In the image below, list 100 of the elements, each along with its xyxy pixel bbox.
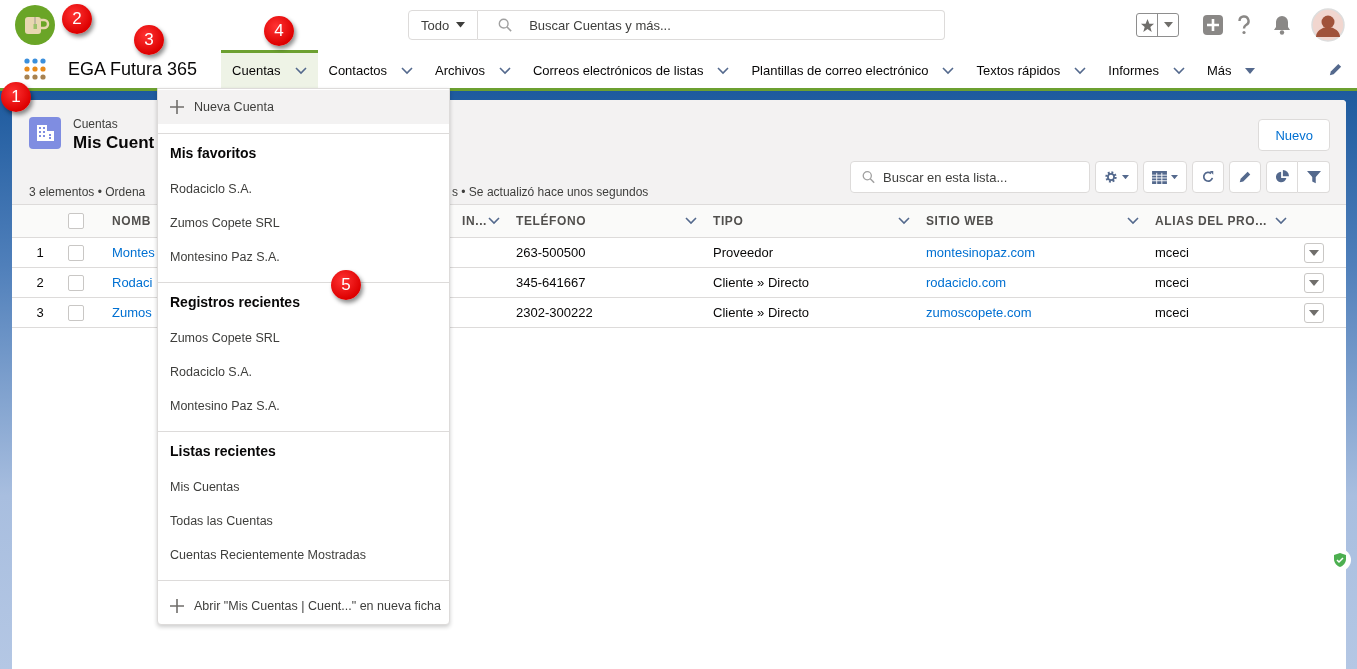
global-search-field[interactable]: Buscar Cuentas y más... (478, 10, 945, 40)
caret-icon (456, 22, 466, 28)
checkbox[interactable] (68, 304, 84, 321)
column-header[interactable]: SITIO WEB (926, 214, 995, 228)
menu-item[interactable]: Mis Cuentas (170, 480, 240, 494)
chevron-down-icon (1127, 217, 1139, 225)
chevron-down-icon (1172, 66, 1185, 75)
chevron-down-icon (401, 66, 414, 75)
record-link[interactable]: Rodaci (112, 275, 153, 290)
refresh-icon (1201, 170, 1215, 184)
caret-icon (1163, 22, 1173, 28)
record-link[interactable]: Montes (112, 245, 155, 260)
column-header[interactable]: NOMB (112, 214, 152, 228)
menu-item[interactable]: Abrir "Mis Cuentas | Cuent..." en nueva ficha (158, 589, 449, 623)
plus-icon (170, 599, 184, 613)
menu-item[interactable]: Cuentas Recientemente Mostradas (170, 548, 366, 562)
menu-section-title: Listas recientes (170, 443, 276, 459)
menu-item[interactable]: Rodaciclo S.A. (170, 182, 252, 196)
bell-icon[interactable] (1273, 15, 1291, 35)
table-cell: Cliente » Directo (713, 275, 810, 290)
menu-section-title: Mis favoritos (170, 145, 257, 161)
row-actions-button[interactable] (1304, 242, 1324, 263)
nav-tab[interactable]: Más (1195, 50, 1267, 88)
chevron-down-icon (717, 66, 730, 75)
menu-item[interactable]: Todas las Cuentas (170, 514, 273, 528)
nav-tab[interactable]: Plantillas de correo electrónico (740, 50, 966, 88)
chevron-down-icon (1275, 217, 1287, 225)
favorites-button[interactable] (1136, 13, 1179, 37)
pencil-icon (1238, 170, 1252, 184)
pencil-icon[interactable] (1328, 61, 1343, 77)
list-search-field[interactable]: Buscar en esta lista... (850, 161, 1090, 193)
record-link[interactable]: zumoscopete.com (926, 305, 1032, 320)
table-cell: Proveedor (713, 245, 773, 260)
search-icon (498, 18, 513, 32)
settings-button[interactable] (1095, 161, 1138, 193)
search-scope-dropdown[interactable]: Todo (408, 10, 479, 40)
building-icon (29, 117, 61, 149)
step-marker: 4 (264, 16, 294, 46)
chevron-down-icon (498, 66, 511, 75)
record-link[interactable]: Zumos (112, 305, 152, 320)
table-cell: mceci (1155, 275, 1189, 290)
record-link[interactable]: montesinopaz.com (926, 245, 1036, 260)
caret-icon (1171, 174, 1178, 180)
gear-icon (1104, 170, 1118, 184)
caret-icon (1309, 309, 1319, 316)
chevron-down-icon (942, 66, 955, 75)
row-actions-button[interactable] (1304, 302, 1324, 323)
table-cell: Cliente » Directo (713, 305, 810, 320)
record-link[interactable]: rodaciclo.com (926, 275, 1007, 290)
column-header[interactable]: ALIAS DEL PRO... (1155, 214, 1268, 228)
menu-item[interactable]: Zumos Copete SRL (170, 216, 280, 230)
menu-item[interactable]: Montesino Paz S.A. (170, 250, 280, 264)
column-header[interactable]: TIPO (713, 214, 744, 228)
checkbox[interactable] (68, 244, 84, 261)
table-cell: 345-641667 (516, 275, 586, 290)
caret-icon (1122, 174, 1129, 180)
display-as-button[interactable] (1143, 161, 1187, 193)
help-icon[interactable] (1237, 15, 1251, 35)
step-marker: 3 (134, 25, 164, 55)
filter-button[interactable] (1298, 161, 1330, 193)
chevron-down-icon (1074, 66, 1087, 75)
filter-icon (1306, 170, 1321, 184)
menu-item[interactable]: Montesino Paz S.A. (170, 399, 280, 413)
column-header[interactable]: IN... (462, 214, 487, 228)
refresh-button[interactable] (1192, 161, 1224, 193)
column-header[interactable]: TELÉFONO (516, 214, 587, 228)
step-marker: 1 (1, 82, 31, 112)
caret-icon (1309, 249, 1319, 256)
pie-chart-icon (1275, 170, 1289, 184)
nav-tab[interactable]: Textos rápidos (965, 50, 1098, 88)
list-info: s • Se actualizó hace unos segundos (452, 185, 649, 199)
nav-tab[interactable]: Contactos (317, 50, 425, 88)
search-icon (862, 170, 875, 184)
step-marker: 2 (62, 4, 92, 34)
new-button[interactable]: Nuevo (1258, 119, 1330, 151)
table-cell: mceci (1155, 305, 1189, 320)
chevron-down-icon (488, 217, 500, 225)
table-cell: mceci (1155, 245, 1189, 260)
row-actions-button[interactable] (1304, 272, 1324, 293)
nav-tab[interactable]: Archivos (424, 50, 522, 88)
nav-tab[interactable]: Correos electrónicos de listas (521, 50, 741, 88)
app-launcher-icon[interactable] (24, 58, 46, 80)
avatar[interactable] (1311, 8, 1345, 42)
menu-item[interactable]: Nueva Cuenta (158, 90, 449, 124)
chart-button[interactable] (1266, 161, 1298, 193)
edit-button[interactable] (1229, 161, 1261, 193)
menu-item[interactable]: Zumos Copete SRL (170, 331, 280, 345)
menu-item[interactable]: Rodaciclo S.A. (170, 365, 252, 379)
checkbox[interactable] (68, 213, 84, 229)
plus-icon[interactable] (1203, 15, 1223, 35)
checkbox[interactable] (68, 274, 84, 291)
nav-tab[interactable]: Cuentas (221, 50, 318, 88)
star-icon (1139, 17, 1155, 33)
logo-icon[interactable] (15, 5, 55, 45)
app-name: EGA Futura 365 (68, 58, 198, 80)
nav-tab[interactable]: Informes (1097, 50, 1196, 88)
row-number: 3 (36, 305, 44, 320)
menu-section-title: Registros recientes (170, 294, 300, 310)
caret-icon (1309, 279, 1319, 286)
chevron-down-icon (294, 66, 307, 75)
